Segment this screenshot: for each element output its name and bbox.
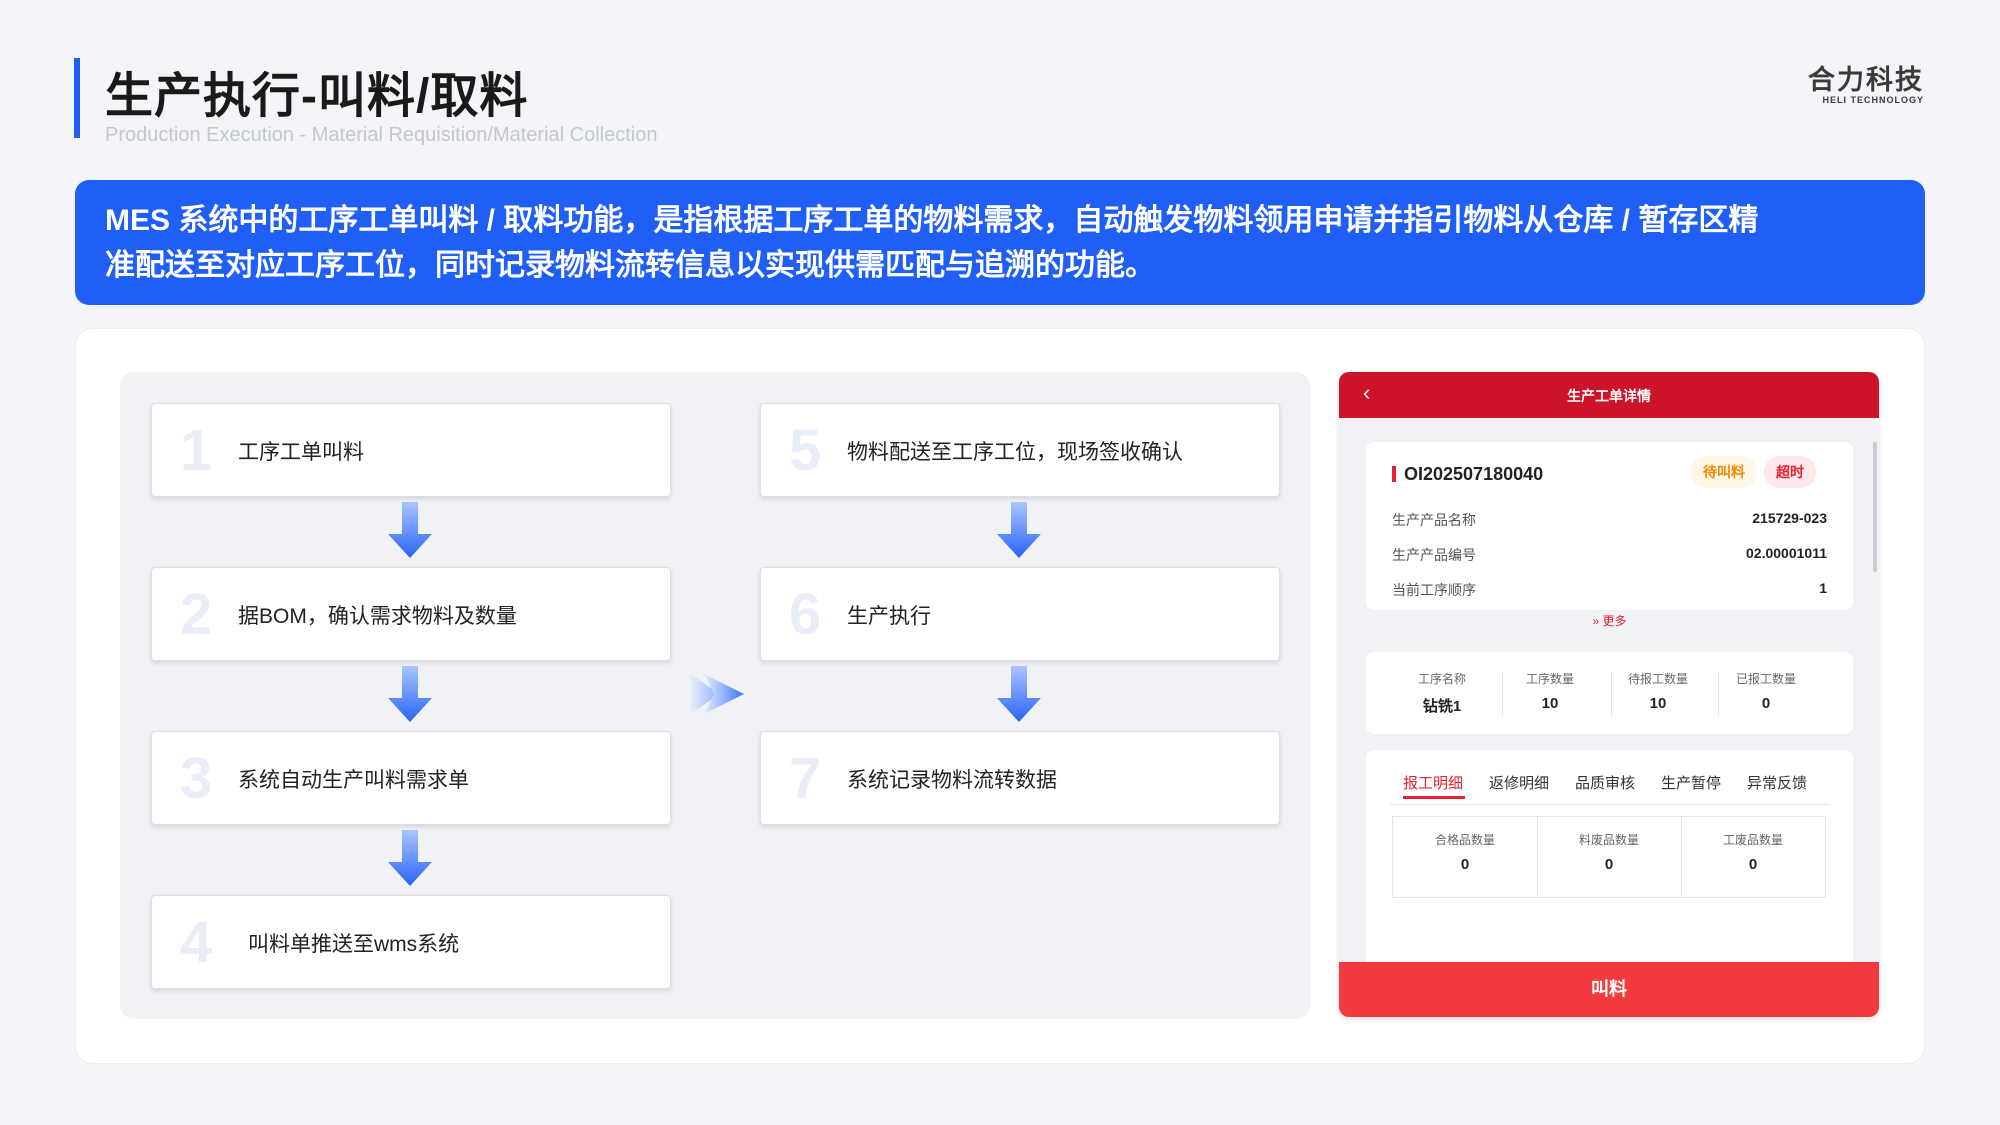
qty-label: 工序数量: [1525, 672, 1574, 686]
arrow-down-icon: [997, 502, 1041, 558]
call-material-button[interactable]: 叫料: [1339, 962, 1879, 1017]
order-marker: [1392, 466, 1396, 482]
more-label: 更多: [1602, 614, 1627, 628]
report-detail-table: 合格品数量 0 料废品数量 0 工废品数量 0: [1392, 816, 1826, 898]
step-number: 1: [180, 418, 213, 483]
qty-label: 料废品数量: [1578, 833, 1639, 847]
info-row-product-code: 生产产品编号 02.00001011: [1392, 545, 1827, 565]
step-label: 据BOM，确认需求物料及数量: [238, 605, 517, 628]
page-subtitle: Production Execution - Material Requisit…: [105, 124, 658, 146]
step-label: 叫料单推送至wms系统: [248, 933, 460, 956]
info-label: 生产产品编号: [1392, 547, 1476, 563]
step-6: 6 生产执行: [760, 567, 1280, 661]
qty-label: 合格品数量: [1434, 833, 1495, 847]
step-label: 系统自动生产叫料需求单: [238, 769, 469, 792]
step-5: 5 物料配送至工序工位，现场签收确认: [760, 403, 1280, 497]
qty-pending-report: 待报工数量 10: [1604, 670, 1712, 712]
step-1: 1 工序工单叫料: [151, 403, 671, 497]
info-row-process-order: 当前工序顺序 1: [1392, 580, 1827, 600]
order-number: OI202507180040: [1404, 464, 1544, 484]
tabs-card: 报工明细 返修明细 品质审核 生产暂停 异常反馈 合格品数量 0 料废品数量 0…: [1366, 750, 1853, 970]
step-number: 7: [789, 746, 822, 811]
qty-value: 0: [1761, 695, 1771, 712]
step-label: 系统记录物料流转数据: [847, 769, 1057, 792]
info-value: 02.00001011: [1746, 545, 1827, 561]
process-quantity-card: 工序名称 钻铣1 工序数量 10 待报工数量 10 已报工数量 0: [1366, 652, 1853, 734]
status-badge-pending: 待叫料: [1691, 456, 1757, 488]
step-number: 2: [180, 582, 213, 647]
qty-reported: 已报工数量 0: [1712, 670, 1820, 712]
banner-line-2: 准配送至对应工序工位，同时记录物料流转信息以实现供需匹配与追溯的功能。: [105, 249, 1155, 282]
qty-value: 0: [1748, 856, 1758, 873]
active-tab-indicator: [1403, 796, 1465, 799]
step-2: 2 据BOM，确认需求物料及数量: [151, 567, 671, 661]
chevron-double-down-icon: »: [1592, 614, 1600, 628]
tab-production-pause[interactable]: 生产暂停: [1661, 772, 1721, 793]
divider: [1390, 804, 1830, 805]
arrow-right-icon: [690, 674, 744, 714]
qty-process-name: 工序名称 钻铣1: [1388, 670, 1496, 716]
qty-label: 已报工数量: [1735, 672, 1796, 686]
qty-label: 工废品数量: [1722, 833, 1783, 847]
banner-line-1: MES 系统中的工序工单叫料 / 取料功能，是指根据工序工单的物料需求，自动触发…: [105, 204, 1759, 237]
status-badge-overdue: 超时: [1764, 456, 1816, 488]
arrow-down-icon: [388, 666, 432, 722]
info-label: 生产产品名称: [1392, 512, 1476, 528]
logo-en-text: HELI TECHNOLOGY: [1822, 95, 1924, 105]
qty-value: 0: [1460, 856, 1470, 873]
arrow-down-icon: [997, 666, 1041, 722]
intro-banner: MES 系统中的工序工单叫料 / 取料功能，是指根据工序工单的物料需求，自动触发…: [75, 180, 1925, 305]
qty-value: 10: [1649, 695, 1667, 712]
page-title: 生产执行-叫料/取料: [105, 70, 529, 123]
info-value: 215729-023: [1752, 510, 1827, 526]
app-header: ‹ 生产工单详情: [1339, 372, 1879, 418]
tab-repair-detail[interactable]: 返修明细: [1489, 772, 1549, 793]
more-link[interactable]: » 更多: [1366, 612, 1853, 629]
step-7: 7 系统记录物料流转数据: [760, 731, 1280, 825]
detail-qualified: 合格品数量 0: [1393, 831, 1537, 873]
step-label: 生产执行: [847, 605, 931, 628]
tab-quality-review[interactable]: 品质审核: [1575, 772, 1635, 793]
step-number: 6: [789, 582, 822, 647]
step-label: 物料配送至工序工位，现场签收确认: [847, 441, 1183, 464]
step-number: 4: [180, 910, 213, 975]
scrollbar[interactable]: [1873, 442, 1877, 572]
step-number: 3: [180, 746, 213, 811]
detail-material-scrap: 料废品数量 0: [1537, 831, 1681, 873]
step-number: 5: [789, 418, 822, 483]
info-label: 当前工序顺序: [1392, 582, 1476, 598]
step-4: 4 叫料单推送至wms系统: [151, 895, 671, 989]
tab-exception-feedback[interactable]: 异常反馈: [1747, 772, 1807, 793]
step-3: 3 系统自动生产叫料需求单: [151, 731, 671, 825]
detail-process-scrap: 工废品数量 0: [1681, 831, 1825, 873]
qty-process-count: 工序数量 10: [1496, 670, 1604, 712]
order-summary-card: OI202507180040 待叫料 超时 生产产品名称 215729-023 …: [1366, 442, 1853, 628]
qty-value: 0: [1604, 856, 1614, 873]
info-row-product-name: 生产产品名称 215729-023: [1392, 510, 1827, 530]
mobile-app-mockup: ‹ 生产工单详情 OI202507180040 待叫料 超时 生产产品名称 21…: [1339, 372, 1879, 1017]
qty-value: 10: [1541, 695, 1559, 712]
qty-value: 钻铣1: [1422, 698, 1462, 715]
tab-report-detail[interactable]: 报工明细: [1403, 772, 1463, 793]
company-logo: 合力科技 HELI TECHNOLOGY: [1808, 58, 1924, 105]
arrow-down-icon: [388, 830, 432, 886]
logo-cn-text: 合力科技: [1808, 65, 1924, 95]
info-value: 1: [1819, 580, 1827, 596]
qty-label: 工序名称: [1417, 672, 1466, 686]
app-title: 生产工单详情: [1567, 388, 1651, 404]
title-accent-bar: [74, 58, 80, 138]
arrow-down-icon: [388, 502, 432, 558]
qty-label: 待报工数量: [1627, 672, 1688, 686]
step-label: 工序工单叫料: [238, 441, 364, 464]
